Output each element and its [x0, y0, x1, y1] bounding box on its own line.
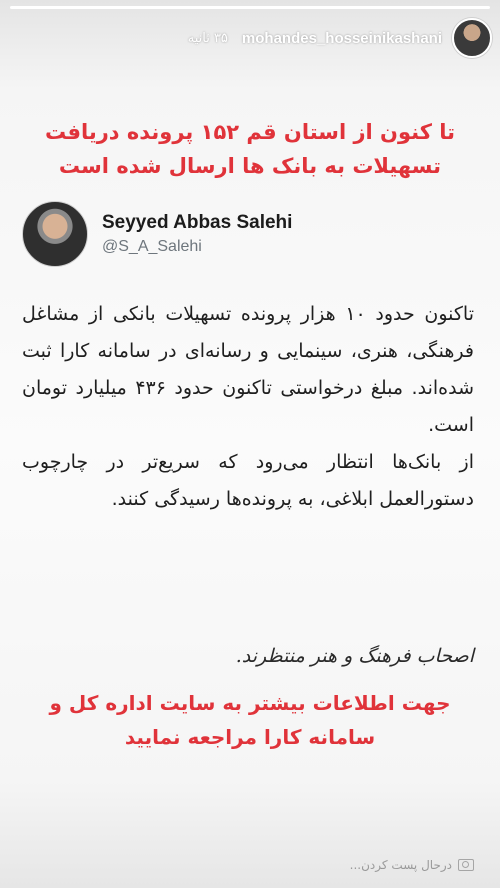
tweet-body: تاکنون حدود ۱۰ هزار پرونده تسهیلات بانکی… — [22, 296, 474, 518]
tweet-author-name: Seyyed Abbas Salehi — [102, 212, 293, 233]
tweet-signature: اصحاب فرهنگ و هنر منتظرند. — [235, 645, 474, 667]
story-progress-fill — [10, 6, 490, 9]
profile-username[interactable]: mohandes_hosseinikashani — [242, 30, 442, 47]
footer-note-line-1: جهت اطلاعات بیشتر به سایت اداره کل و — [49, 691, 451, 715]
headline-line-2: تسهیلات به بانک ها ارسال شده است — [58, 154, 442, 178]
tweet-author: Seyyed Abbas Salehi @S_A_Salehi — [22, 198, 478, 270]
camera-icon[interactable] — [458, 859, 474, 871]
posting-status-text: درحال پست کردن... — [349, 858, 452, 872]
tweet-author-avatar — [22, 201, 88, 267]
story-progress-bar — [10, 6, 490, 9]
story-header: mohandes_hosseinikashani ۳۵ ثانیه — [150, 16, 492, 60]
footer-note: جهت اطلاعات بیشتر به سایت اداره کل و سام… — [20, 686, 480, 754]
tweet-author-handle: @S_A_Salehi — [102, 238, 202, 255]
posting-status: درحال پست کردن... — [350, 858, 474, 872]
headline-line-1: تا کنون از استان قم ۱۵۲ پرونده دریافت — [44, 120, 456, 144]
profile-avatar[interactable] — [452, 18, 492, 58]
headline: تا کنون از استان قم ۱۵۲ پرونده دریافت تس… — [20, 115, 480, 183]
story-screen: mohandes_hosseinikashani ۳۵ ثانیه تا کنو… — [0, 0, 500, 888]
footer-note-line-2: سامانه کارا مراجعه نمایید — [124, 725, 376, 749]
tweet-author-text: Seyyed Abbas Salehi @S_A_Salehi — [102, 212, 292, 256]
tweet-paragraph-1: تاکنون حدود ۱۰ هزار پرونده تسهیلات بانکی… — [22, 303, 474, 436]
tweet-paragraph-2: از بانک‌ها انتظار می‌رود که سریع‌تر در چ… — [22, 451, 474, 510]
story-bottom-bar: درحال پست کردن... — [0, 838, 500, 888]
story-time: ۳۵ ثانیه — [187, 30, 228, 46]
